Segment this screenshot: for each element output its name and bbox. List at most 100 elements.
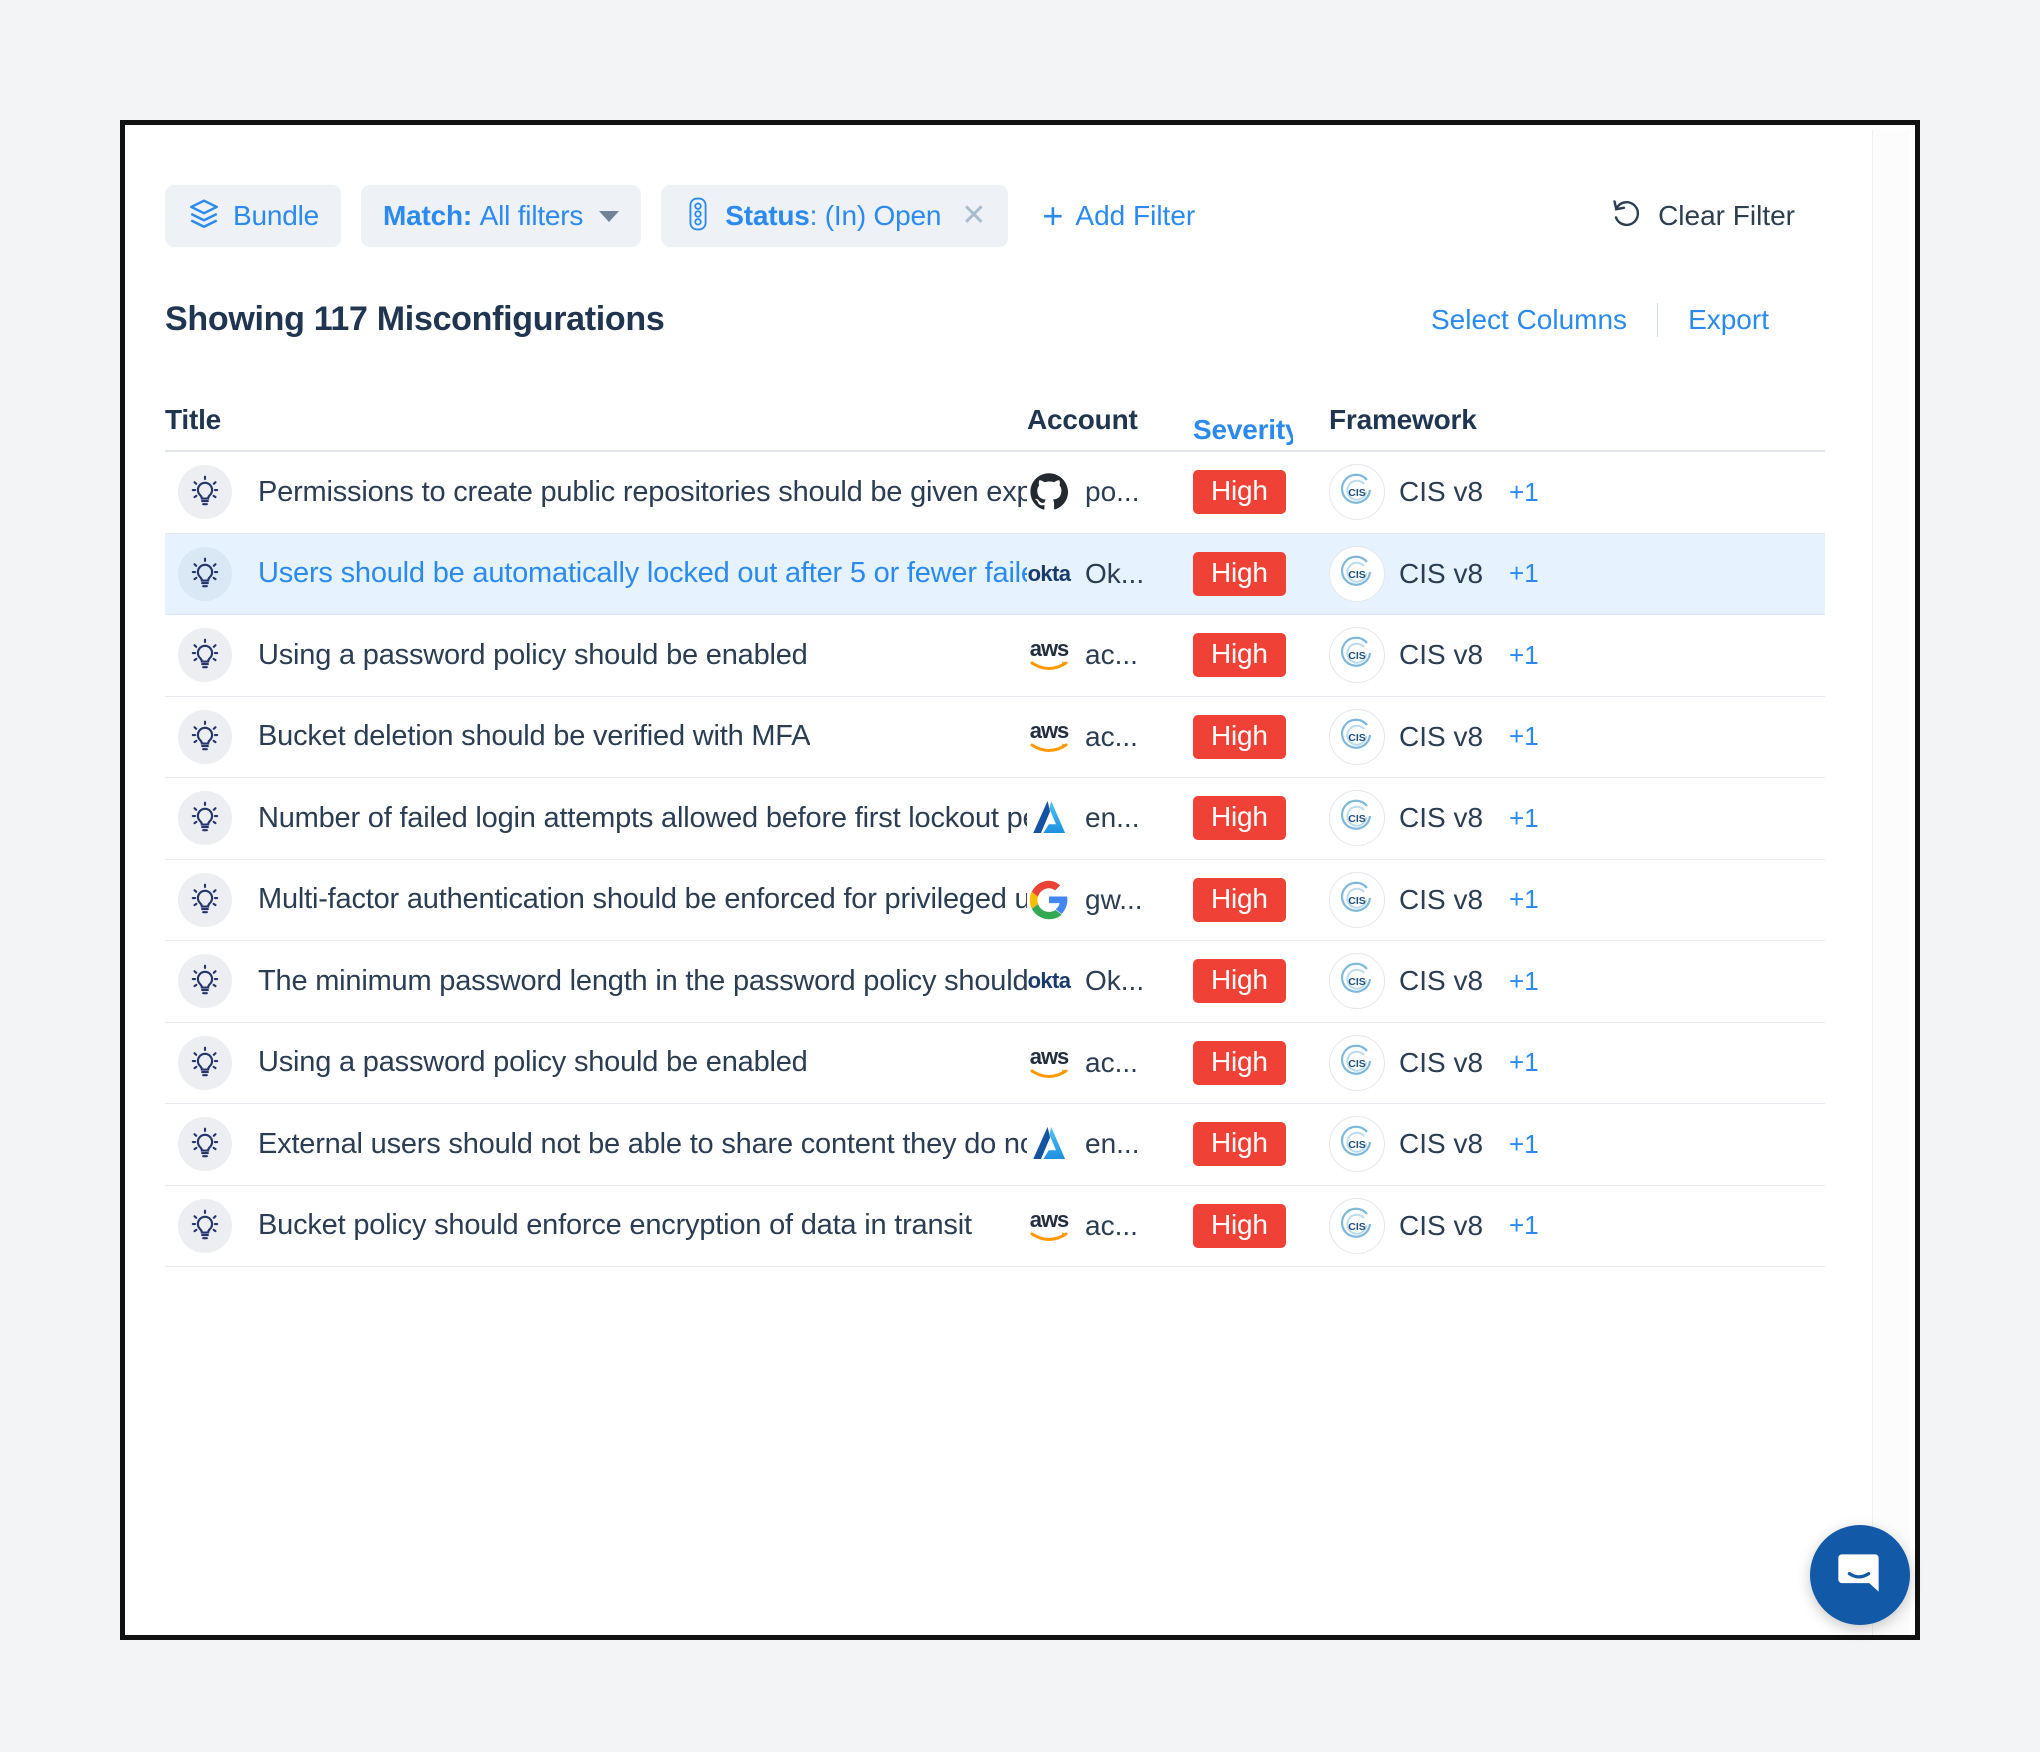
page-title: Showing 117 Misconfigurations bbox=[165, 300, 665, 338]
row-framework-more[interactable]: +1 bbox=[1509, 558, 1539, 589]
table-row[interactable]: The minimum password length in the passw… bbox=[165, 941, 1825, 1023]
row-severity-cell: High bbox=[1193, 796, 1329, 841]
table-row[interactable]: Permissions to create public repositorie… bbox=[165, 452, 1825, 534]
row-title-link[interactable]: Permissions to create public repositorie… bbox=[258, 476, 1027, 509]
bundle-button[interactable]: Bundle bbox=[165, 185, 341, 247]
svg-text:CIS: CIS bbox=[1348, 976, 1366, 988]
row-title-link[interactable]: External users should not be able to sha… bbox=[258, 1128, 1027, 1161]
row-account-name: en... bbox=[1085, 802, 1140, 834]
close-icon[interactable]: ✕ bbox=[961, 201, 986, 231]
row-severity-cell: High bbox=[1193, 1122, 1329, 1167]
aws-logo-icon: aws bbox=[1027, 1041, 1071, 1085]
layers-stack-icon bbox=[187, 197, 221, 236]
table-row[interactable]: Using a password policy should be enable… bbox=[165, 1023, 1825, 1104]
row-account-cell: aws ac... bbox=[1027, 1041, 1193, 1085]
table-row[interactable]: Using a password policy should be enable… bbox=[165, 615, 1825, 697]
column-header-account-cell: Account bbox=[1027, 404, 1193, 446]
export-button[interactable]: Export bbox=[1658, 304, 1799, 336]
row-title-link[interactable]: Users should be automatically locked out… bbox=[258, 557, 1027, 590]
match-filter-dropdown[interactable]: Match: All filters bbox=[361, 185, 642, 247]
svg-text:CIS: CIS bbox=[1348, 1058, 1366, 1070]
table-row[interactable]: Number of failed login attempts allowed … bbox=[165, 778, 1825, 860]
row-severity-cell: High bbox=[1193, 877, 1329, 922]
misconfigurations-panel: Bundle Match: All filters Status: (In) O… bbox=[120, 120, 1920, 1640]
row-account-cell: aws ac... bbox=[1027, 633, 1193, 677]
match-value: All filters bbox=[479, 200, 584, 231]
cis-logo-icon: CIS bbox=[1329, 1034, 1385, 1091]
row-account-cell: okta Ok... bbox=[1027, 959, 1193, 1003]
row-framework-more[interactable]: +1 bbox=[1509, 640, 1539, 671]
column-header-title-cell: Title bbox=[165, 404, 1027, 446]
status-filter-chip[interactable]: Status: (In) Open ✕ bbox=[661, 185, 1009, 247]
row-title-link[interactable]: Number of failed login attempts allowed … bbox=[258, 802, 1027, 835]
row-severity-cell: High bbox=[1193, 551, 1329, 596]
column-header-account[interactable]: Account bbox=[1027, 404, 1138, 446]
table-row[interactable]: External users should not be able to sha… bbox=[165, 1104, 1825, 1186]
row-framework-more[interactable]: +1 bbox=[1509, 884, 1539, 915]
table-header-row: Title Account Severity Framework bbox=[165, 390, 1825, 452]
row-framework-name: CIS v8 bbox=[1399, 965, 1484, 997]
row-framework-name: CIS v8 bbox=[1399, 802, 1484, 834]
vertical-scrollbar[interactable] bbox=[1872, 130, 1910, 1635]
status-badge: High bbox=[1193, 551, 1286, 596]
row-framework-more[interactable]: +1 bbox=[1509, 721, 1539, 752]
row-title-link[interactable]: The minimum password length in the passw… bbox=[258, 965, 1027, 998]
cis-logo-icon: CIS bbox=[1329, 545, 1385, 602]
row-framework-more[interactable]: +1 bbox=[1509, 1129, 1539, 1160]
lightbulb-idea-icon bbox=[178, 872, 232, 927]
row-title-cell: Users should be automatically locked out… bbox=[165, 546, 1027, 601]
table-row[interactable]: Bucket deletion should be verified with … bbox=[165, 697, 1825, 778]
cis-logo-icon: CIS bbox=[1329, 464, 1385, 521]
row-framework-more[interactable]: +1 bbox=[1509, 803, 1539, 834]
row-title-link[interactable]: Using a password policy should be enable… bbox=[258, 1046, 808, 1079]
row-framework-more[interactable]: +1 bbox=[1509, 1047, 1539, 1078]
row-framework-more[interactable]: +1 bbox=[1509, 1210, 1539, 1241]
row-title-link[interactable]: Bucket deletion should be verified with … bbox=[258, 720, 810, 753]
row-framework-cell: CIS CIS v8 +1 bbox=[1329, 545, 1659, 602]
lightbulb-idea-icon bbox=[178, 1198, 232, 1253]
row-framework-more[interactable]: +1 bbox=[1509, 477, 1539, 508]
row-account-name: Ok... bbox=[1085, 557, 1145, 589]
row-framework-name: CIS v8 bbox=[1399, 1209, 1484, 1241]
table-row[interactable]: Multi-factor authentication should be en… bbox=[165, 860, 1825, 941]
table-row[interactable]: Bucket policy should enforce encryption … bbox=[165, 1186, 1825, 1267]
row-severity-cell: High bbox=[1193, 1203, 1329, 1248]
row-account-name: ac... bbox=[1085, 720, 1138, 752]
lightbulb-idea-icon bbox=[178, 1117, 232, 1172]
add-filter-label: Add Filter bbox=[1075, 200, 1196, 231]
row-title-link[interactable]: Bucket policy should enforce encryption … bbox=[258, 1209, 972, 1242]
cis-logo-icon: CIS bbox=[1329, 627, 1385, 684]
lightbulb-idea-icon bbox=[178, 628, 232, 683]
row-framework-cell: CIS CIS v8 +1 bbox=[1329, 1034, 1659, 1091]
row-framework-cell: CIS CIS v8 +1 bbox=[1329, 1197, 1659, 1254]
match-label-group: Match: All filters bbox=[383, 200, 583, 232]
column-header-severity[interactable]: Severity bbox=[1193, 414, 1293, 446]
column-header-title[interactable]: Title bbox=[165, 404, 221, 446]
table-row[interactable]: Users should be automatically locked out… bbox=[165, 533, 1825, 615]
svg-text:CIS: CIS bbox=[1348, 650, 1366, 662]
row-title-link[interactable]: Using a password policy should be enable… bbox=[258, 639, 808, 672]
chat-launcher-button[interactable] bbox=[1810, 1525, 1910, 1625]
row-framework-more[interactable]: +1 bbox=[1509, 966, 1539, 997]
clear-filter-button[interactable]: Clear Filter bbox=[1610, 197, 1795, 236]
select-columns-button[interactable]: Select Columns bbox=[1401, 304, 1657, 336]
row-framework-name: CIS v8 bbox=[1399, 1128, 1484, 1160]
row-framework-name: CIS v8 bbox=[1399, 639, 1484, 671]
row-account-name: en... bbox=[1085, 1128, 1140, 1160]
add-filter-button[interactable]: + Add Filter bbox=[1042, 198, 1195, 234]
row-severity-cell: High bbox=[1193, 714, 1329, 759]
misconfigurations-table: Title Account Severity Framework Permiss… bbox=[165, 390, 1825, 1267]
status-badge: High bbox=[1193, 877, 1286, 922]
svg-text:CIS: CIS bbox=[1348, 895, 1366, 907]
row-title-link[interactable]: Multi-factor authentication should be en… bbox=[258, 883, 1027, 916]
row-framework-cell: CIS CIS v8 +1 bbox=[1329, 1116, 1659, 1173]
column-header-framework[interactable]: Framework bbox=[1329, 404, 1477, 446]
row-account-name: ac... bbox=[1085, 1046, 1138, 1078]
row-account-name: gw... bbox=[1085, 883, 1143, 915]
lightbulb-idea-icon bbox=[178, 465, 232, 520]
row-severity-cell: High bbox=[1193, 633, 1329, 678]
match-label: Match: bbox=[383, 200, 473, 231]
cis-logo-icon: CIS bbox=[1329, 790, 1385, 847]
row-title-cell: Using a password policy should be enable… bbox=[165, 628, 1027, 683]
cis-logo-icon: CIS bbox=[1329, 1116, 1385, 1173]
